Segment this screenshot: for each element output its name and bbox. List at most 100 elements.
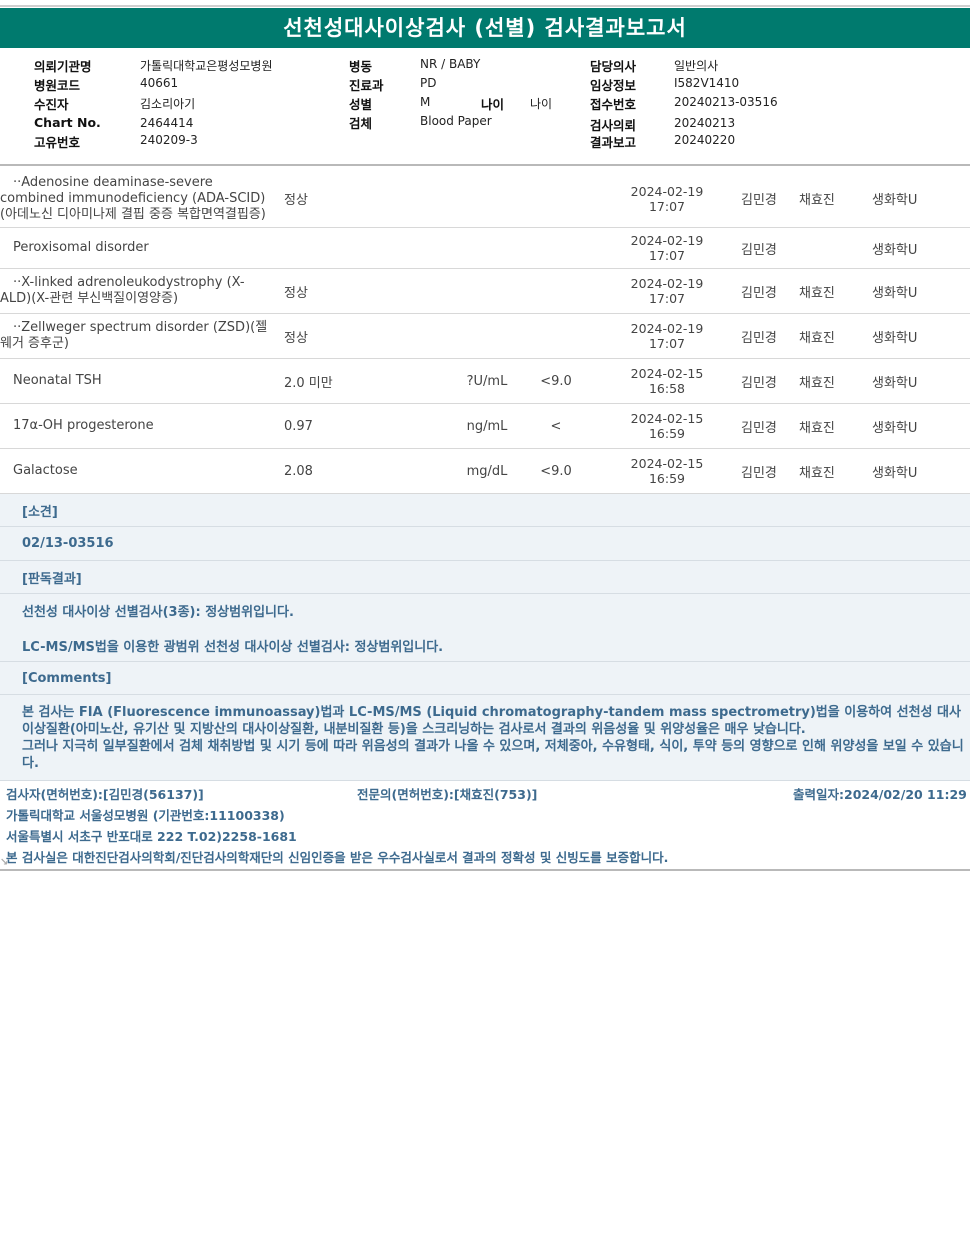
footer-printed-date: 출력일자:2024/02/20 11:29 오전 [793, 787, 970, 802]
test-tester: 김민경 [741, 193, 777, 208]
institution-label: 의뢰기관명 [34, 59, 92, 74]
test-reference [528, 269, 584, 313]
test-department: 생화학U [872, 465, 918, 481]
test-name: Galactose [0, 463, 78, 478]
test-date: 2024-02-19 [630, 183, 704, 199]
test-time: 16:58 [648, 381, 686, 396]
ward-label: 병동 [349, 59, 373, 74]
test-tester: 김민경 [741, 285, 777, 301]
test-time: 17:07 [648, 336, 686, 351]
footer-address: 서울특별시 서초구 반포대로 222 T.02)2258-1681 [6, 829, 297, 844]
test-expert: 채효진 [799, 193, 835, 208]
test-time: 16:59 [648, 471, 686, 486]
test-name: ··X-linked adrenoleukodystrophy (X-ALD)(… [0, 275, 245, 306]
hospital-code-value: 40661 [140, 76, 179, 90]
patient-value: 김소리아기 [140, 97, 196, 111]
table-row: 17α-OH progesterone 0.97 ng/mL < 2024-02… [0, 404, 970, 449]
test-date: 2024-02-19 [630, 233, 704, 248]
test-time: 17:07 [648, 291, 686, 306]
ward-value: NR / BABY [420, 57, 481, 71]
request-value: 20240213 [674, 116, 736, 130]
patient-info-section: 의뢰기관명 가톨릭대학교은평성모병원 병원코드 40661 수진자 김소리아기 … [0, 54, 970, 164]
page-top-border [0, 5, 970, 7]
institution-value: 가톨릭대학교은평성모병원 [140, 59, 273, 73]
test-tester: 김민경 [741, 242, 777, 258]
test-department: 생화학U [872, 420, 918, 436]
report-title-bar: 선천성대사이상검사 (선별) 검사결과보고서 [0, 8, 970, 48]
unique-value: 240209-3 [140, 133, 198, 147]
test-department: 생화학U [872, 242, 918, 258]
doctor-value: 일반의사 [674, 59, 719, 73]
finding-text: 02/13-03516 [0, 527, 970, 561]
test-date: 2024-02-19 [630, 276, 704, 291]
test-date: 2024-02-15 [630, 411, 704, 426]
doctor-label: 담당의사 [590, 59, 637, 74]
test-expert: 채효진 [799, 285, 835, 301]
test-name: Neonatal TSH [0, 373, 102, 388]
test-department: 생화학U [872, 285, 918, 301]
test-expert: 채효진 [799, 330, 835, 346]
chart-value: 2464414 [140, 116, 194, 130]
hospital-code-label: 병원코드 [34, 78, 81, 93]
comments-text: 본 검사는 FIA (Fluorescence immunoassay)법과 L… [0, 695, 970, 781]
table-row: Galactose 2.08 mg/dL <9.0 2024-02-15 16:5… [0, 449, 970, 494]
interpretation-header: [판독결과] [0, 561, 970, 594]
test-result: 0.97 [284, 418, 313, 434]
report-date-value: 20240220 [674, 133, 736, 147]
test-result: 정상 [284, 330, 308, 346]
interpretation-line: LC-MS/MS법을 이용한 광범위 선천성 대사이상 선별검사: 정상범위입니… [22, 640, 444, 655]
test-result: 정상 [284, 285, 308, 301]
test-date: 2024-02-15 [630, 456, 704, 471]
test-unit [462, 170, 512, 227]
test-reference [528, 314, 584, 358]
patient-label: 수진자 [34, 97, 69, 112]
receipt-value: 20240213-03516 [674, 95, 778, 109]
test-name: 17α-OH progesterone [0, 418, 154, 433]
test-datetime: 2024-02-19 17:07 [620, 170, 714, 227]
test-unit [462, 228, 512, 268]
receipt-label: 접수번호 [590, 97, 637, 112]
test-name: ··Zellweger spectrum disorder (ZSD)(젤웨거 … [0, 320, 268, 351]
footer-certification: 본 검사실은 대한진단검사의학회/진단검사의학재단의 신임인증을 받은 우수검사… [6, 850, 669, 865]
info-divider [0, 164, 970, 166]
test-result: 2.08 [284, 463, 313, 479]
sex-value: M [420, 95, 431, 109]
table-row: Neonatal TSH 2.0 미만 ?U/mL <9.0 2024-02-1… [0, 359, 970, 404]
test-time: 17:07 [648, 248, 686, 263]
test-name: Peroxisomal disorder [0, 240, 149, 255]
test-reference [528, 228, 584, 268]
test-date: 2024-02-19 [630, 321, 704, 336]
report-title: 선천성대사이상검사 (선별) 검사결과보고서 [283, 16, 687, 40]
test-result: 정상 [284, 193, 308, 208]
unique-label: 고유번호 [34, 135, 81, 150]
footer-expert: 전문의(면허번호):[채효진(753)] [357, 787, 538, 802]
test-expert: 채효진 [799, 465, 835, 481]
test-department: 생화학U [872, 193, 918, 208]
clinical-info-label: 임상정보 [590, 78, 637, 93]
results-table: ··Adenosine deaminase-severe combined im… [0, 170, 970, 494]
test-department: 생화학U [872, 330, 918, 346]
test-unit [462, 269, 512, 313]
test-datetime: 2024-02-19 17:07 [620, 314, 714, 358]
report-date-label: 결과보고 [590, 135, 637, 150]
table-row: ··Zellweger spectrum disorder (ZSD)(젤웨거 … [0, 314, 970, 359]
test-tester: 김민경 [741, 375, 777, 391]
test-unit [462, 314, 512, 358]
sex-label: 성별 [349, 97, 373, 112]
report-footer: 검사자(면허번호):[김민경(56137)] 전문의(면허번호):[채효진(75… [0, 781, 970, 871]
table-row: ··Adenosine deaminase-severe combined im… [0, 170, 970, 228]
test-department: 생화학U [872, 375, 918, 391]
specimen-value: Blood Paper [420, 114, 492, 128]
test-reference [528, 170, 584, 227]
age-value: 나이 [530, 97, 553, 111]
test-unit: ?U/mL [466, 373, 508, 389]
chart-label: Chart No. [34, 115, 101, 130]
test-time: 16:59 [648, 426, 686, 441]
clinic-value: PD [420, 76, 437, 90]
resize-corner-icon: ↘ [0, 857, 9, 868]
test-expert: 채효진 [799, 375, 835, 391]
comments-line: 그러나 지극히 일부질환에서 검체 채취방법 및 시기 등에 따라 위음성의 결… [22, 739, 964, 771]
clinic-label: 진료과 [349, 78, 384, 93]
test-expert: 채효진 [799, 420, 835, 436]
test-datetime: 2024-02-15 16:59 [620, 404, 714, 448]
